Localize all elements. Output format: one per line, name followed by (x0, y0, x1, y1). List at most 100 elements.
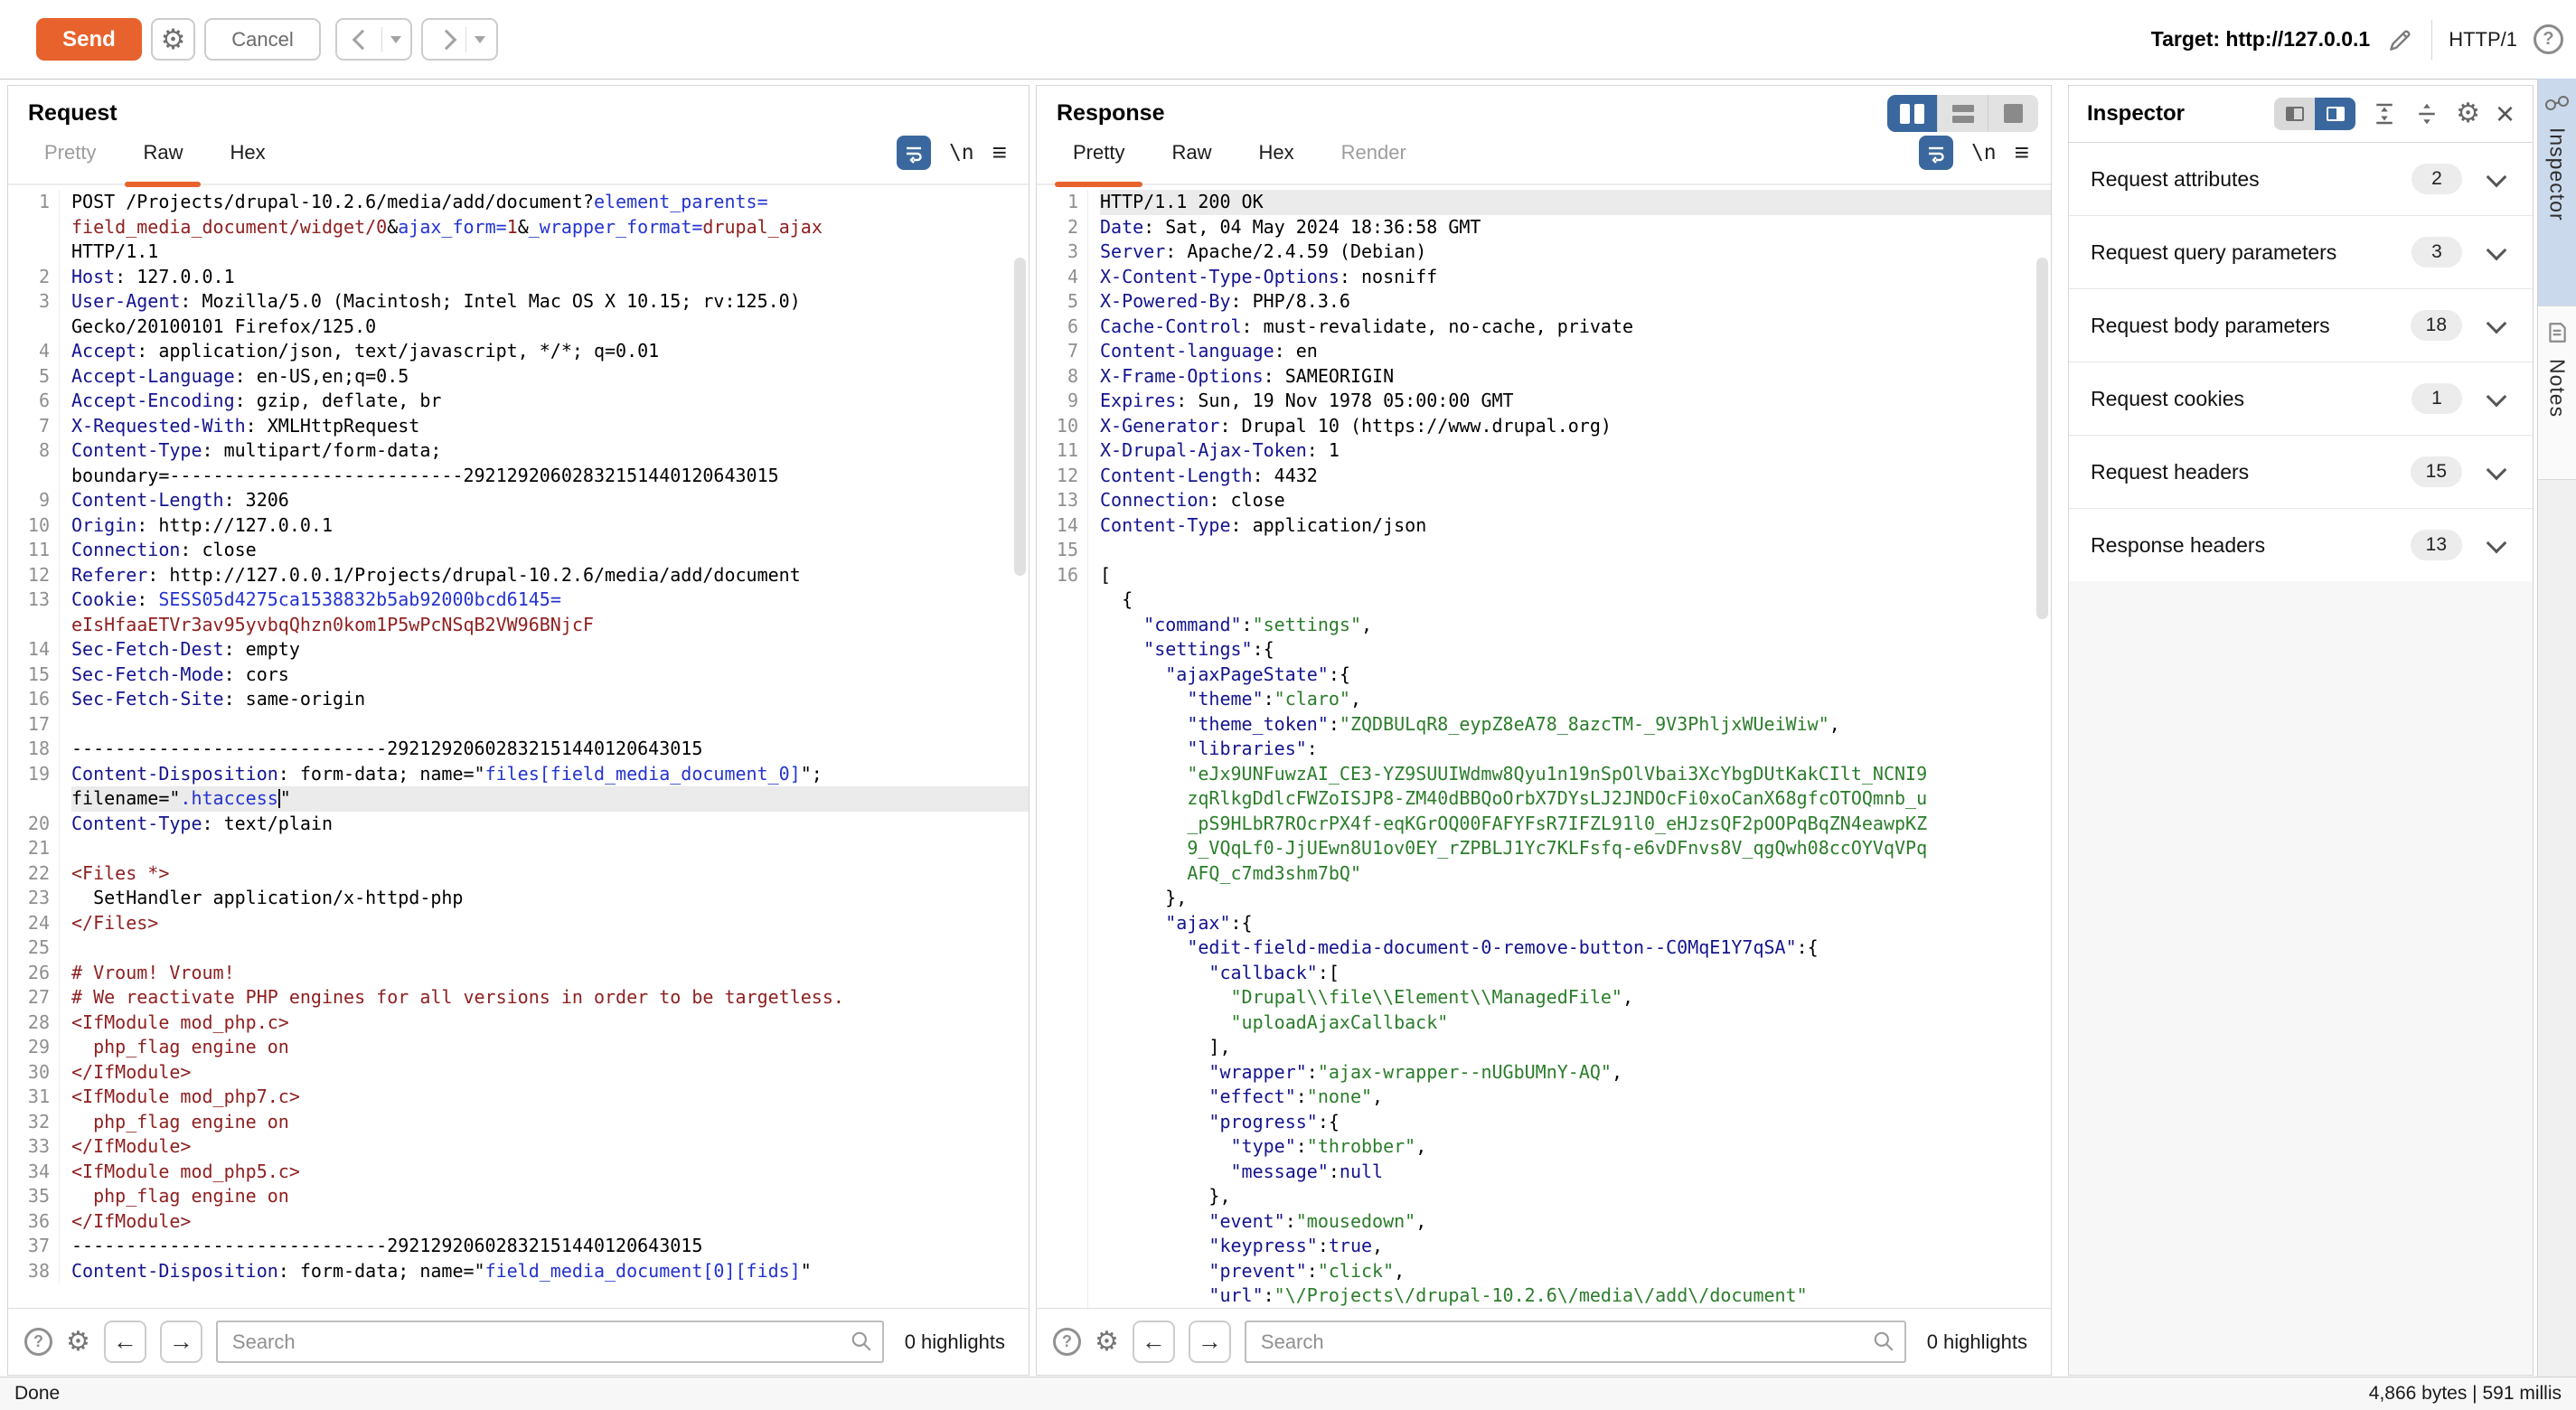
section-label: Request query parameters (2091, 240, 2336, 265)
code-line: "keypress":true, (1037, 1234, 2051, 1259)
code-line: "url":"\/Projects\/drupal-10.2.6\/media\… (1037, 1283, 2051, 1309)
chevron-down-icon (2487, 314, 2507, 334)
code-line: 6Cache-Control: must-revalidate, no-cach… (1037, 315, 2051, 340)
divider (465, 27, 466, 52)
inspector-section-request-headers[interactable]: Request headers 15 (2069, 436, 2533, 509)
code-line: 15 (1037, 538, 2051, 563)
chevron-down-icon (2487, 240, 2507, 261)
inspector-section-query-parameters[interactable]: Request query parameters 3 (2069, 216, 2533, 289)
code-line: 10X-Generator: Drupal 10 (https://www.dr… (1037, 414, 2051, 439)
dock-right-button[interactable] (2315, 98, 2355, 130)
word-wrap-icon (903, 142, 925, 164)
side-tab-notes[interactable]: Notes (2538, 306, 2576, 480)
code-line: 17 (8, 712, 1029, 738)
search-prev-button[interactable]: ← (1133, 1321, 1175, 1363)
response-scrollbar[interactable] (2036, 258, 2048, 619)
chevron-down-icon (2487, 387, 2507, 408)
code-line: filename=".htaccess" (8, 786, 1029, 812)
code-line: 36</IfModule> (8, 1209, 1029, 1235)
editor-menu-icon[interactable]: ≡ (2015, 140, 2029, 165)
chevron-down-icon (2487, 460, 2507, 481)
show-newlines-toggle[interactable]: \n (1971, 141, 1997, 164)
edit-target-button[interactable] (2386, 25, 2415, 54)
response-tabs: Pretty Raw Hex Render \n ≡ (1037, 122, 2051, 185)
code-line: 1POST /Projects/drupal-10.2.6/media/add/… (8, 190, 1029, 215)
inspector-section-response-headers[interactable]: Response headers 13 (2069, 509, 2533, 582)
code-line: 7Content-language: en (1037, 339, 2051, 364)
code-line: field_media_document/widget/0&ajax_form=… (8, 215, 1029, 240)
send-settings-button[interactable]: ⚙ (151, 18, 195, 61)
inspector-section-request-cookies[interactable]: Request cookies 1 (2069, 362, 2533, 436)
section-label: Request headers (2091, 460, 2249, 484)
response-tab-raw[interactable]: Raw (1148, 122, 1235, 183)
code-line: 23 SetHandler application/x-httpd-php (8, 886, 1029, 911)
code-line: 1HTTP/1.1 200 OK (1037, 190, 2051, 215)
request-tab-hex[interactable]: Hex (206, 122, 288, 183)
inspector-header: Inspector ⚙ × (2069, 86, 2533, 143)
response-panel: Response Pretty Raw Hex Render \n ≡ 1HTT… (1036, 85, 2052, 1376)
help-icon[interactable]: ? (2534, 24, 2563, 54)
side-tab-strip: Inspector Notes (2537, 79, 2576, 1377)
inspector-close-icon[interactable]: × (2496, 98, 2515, 130)
search-icon (1872, 1330, 1895, 1353)
request-tab-raw[interactable]: Raw (119, 122, 206, 183)
code-line: 20Content-Type: text/plain (8, 812, 1029, 837)
inspector-section-request-attributes[interactable]: Request attributes 2 (2069, 143, 2533, 216)
code-line: 30</IfModule> (8, 1060, 1029, 1086)
request-tab-pretty[interactable]: Pretty (21, 122, 119, 183)
code-line: 7X-Requested-With: XMLHttpRequest (8, 414, 1029, 439)
search-next-button[interactable]: → (1189, 1321, 1231, 1363)
code-line: "event":"mousedown", (1037, 1209, 2051, 1235)
send-button[interactable]: Send (36, 18, 142, 61)
expand-all-button[interactable] (2371, 100, 2398, 127)
target-label: Target: http://127.0.0.1 (2151, 27, 2370, 52)
notes-icon (2545, 321, 2569, 344)
next-request-button[interactable] (421, 18, 498, 61)
code-line: "progress":{ (1037, 1110, 2051, 1135)
code-line: 2Host: 127.0.0.1 (8, 265, 1029, 290)
search-settings-icon[interactable]: ⚙ (1095, 1329, 1119, 1356)
word-wrap-toggle[interactable] (897, 136, 931, 170)
response-tab-pretty[interactable]: Pretty (1049, 122, 1148, 183)
request-editor[interactable]: 1POST /Projects/drupal-10.2.6/media/add/… (8, 185, 1029, 1310)
search-settings-icon[interactable]: ⚙ (66, 1329, 90, 1356)
code-line: 34<IfModule mod_php5.c> (8, 1160, 1029, 1185)
code-line: 35 php_flag engine on (8, 1184, 1029, 1209)
inspector-settings-icon[interactable]: ⚙ (2456, 100, 2480, 127)
code-line: 5X-Powered-By: PHP/8.3.6 (1037, 289, 2051, 315)
request-panel-title: Request (8, 86, 1029, 122)
search-next-button[interactable]: → (160, 1321, 202, 1363)
gear-icon: ⚙ (161, 25, 186, 53)
cancel-button[interactable]: Cancel (204, 18, 321, 61)
search-help-icon[interactable]: ? (1053, 1328, 1081, 1356)
code-line: 37-----------------------------292129206… (8, 1234, 1029, 1259)
word-wrap-toggle[interactable] (1919, 136, 1953, 170)
request-scrollbar[interactable] (1014, 258, 1026, 576)
previous-request-button[interactable] (335, 18, 412, 61)
response-search-input[interactable] (1245, 1321, 1906, 1363)
show-newlines-toggle[interactable]: \n (949, 141, 974, 164)
response-tab-hex[interactable]: Hex (1235, 122, 1317, 183)
response-editor[interactable]: 1HTTP/1.1 200 OK2Date: Sat, 04 May 2024 … (1037, 185, 2051, 1310)
side-tab-inspector[interactable]: Inspector (2538, 79, 2576, 306)
dock-left-button[interactable] (2274, 98, 2315, 130)
section-label: Request cookies (2091, 387, 2244, 411)
side-tab-label: Inspector (2545, 127, 2570, 221)
request-search-row: ? ⚙ ← → 0 highlights (8, 1308, 1029, 1375)
code-line: 13Connection: close (1037, 488, 2051, 513)
status-bar: Done 4,866 bytes | 591 millis (0, 1377, 2576, 1410)
code-line: 8Content-Type: multipart/form-data; (8, 438, 1029, 464)
search-help-icon[interactable]: ? (24, 1328, 52, 1356)
code-line: 27# We reactivate PHP engines for all ve… (8, 985, 1029, 1010)
code-line: 18-----------------------------292129206… (8, 737, 1029, 762)
code-line: "settings":{ (1037, 637, 2051, 663)
editor-menu-icon[interactable]: ≡ (992, 140, 1007, 165)
count-badge: 13 (2411, 530, 2462, 560)
search-prev-button[interactable]: ← (104, 1321, 146, 1363)
collapse-all-button[interactable] (2413, 100, 2440, 127)
http-version-label[interactable]: HTTP/1 (2449, 28, 2517, 52)
request-search-input[interactable] (216, 1321, 884, 1363)
code-line: "theme_token":"ZQDBULqR8_eypZ8eA78_8azcT… (1037, 712, 2051, 738)
response-tab-render[interactable]: Render (1318, 122, 1430, 183)
inspector-section-body-parameters[interactable]: Request body parameters 18 (2069, 289, 2533, 362)
